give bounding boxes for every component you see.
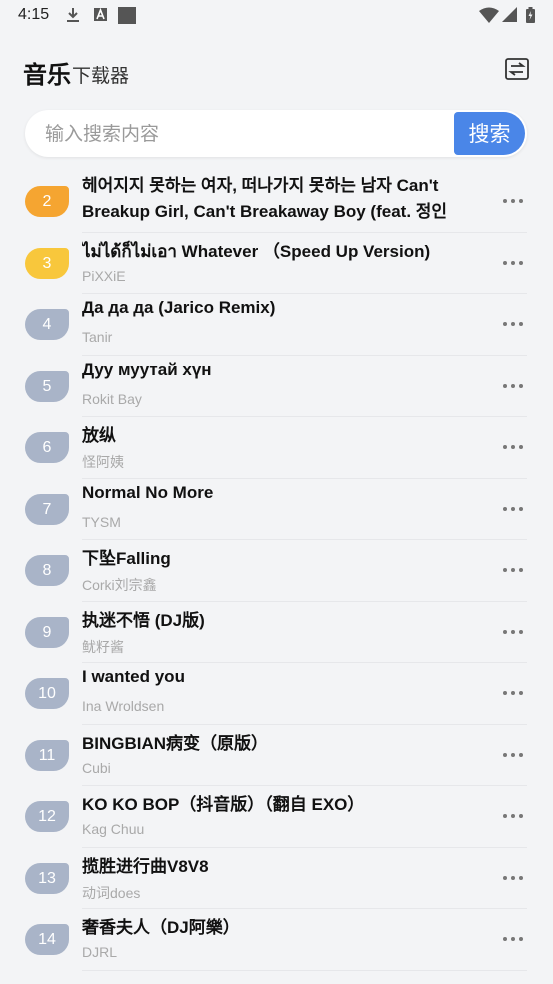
song-title: Normal No More: [82, 482, 214, 502]
song-row[interactable]: 14 奢香夫人（DJ阿樂） DJRL: [0, 909, 553, 971]
battery-icon: [526, 7, 535, 23]
song-row[interactable]: 6 放纵 怪阿姨: [0, 417, 553, 479]
rank-badge: 14: [25, 924, 69, 955]
rank-badge: 11: [25, 739, 69, 771]
rank-badge: 4: [25, 309, 69, 340]
song-artist: Cubi: [82, 759, 111, 776]
song-artist: 怪阿姨: [82, 454, 124, 470]
search-input[interactable]: [43, 110, 447, 159]
more-dots-icon[interactable]: [502, 931, 524, 947]
rank-badge: 9: [25, 616, 69, 648]
more-dots-icon[interactable]: [502, 624, 524, 640]
song-title: I wanted you: [82, 667, 185, 686]
download-icon: [67, 8, 79, 22]
more-dots-icon[interactable]: [502, 316, 524, 332]
song-artist: Rokit Bay: [82, 390, 142, 407]
more-dots-icon[interactable]: [502, 501, 524, 517]
rank-badge: 8: [25, 555, 69, 586]
song-title: Да да да (Jarico Remix): [82, 298, 276, 317]
song-title: BINGBIAN病变（原版）: [82, 733, 269, 753]
song-row[interactable]: 2 헤어지지 못하는 여자, 떠나가지 못하는 남자 Can't Breakup…: [0, 171, 553, 233]
wifi-icon: [479, 7, 499, 23]
song-row[interactable]: 11 BINGBIAN病变（原版） Cubi: [0, 725, 553, 787]
song-title: Дуу муутай хүн: [82, 359, 212, 379]
song-title: 放纵: [82, 426, 116, 445]
app-title: 音乐: [23, 62, 71, 89]
search-button[interactable]: 搜索: [454, 112, 525, 155]
status-time: 4:15: [18, 6, 50, 23]
square-icon: [118, 7, 136, 24]
song-artist: 鱿籽酱: [82, 638, 124, 655]
song-title: ไม่ได้ก็ไม่เอา Whatever （Speed Up Versio…: [82, 241, 431, 261]
rank-badge: 10: [25, 678, 69, 709]
song-artist: DJRL: [82, 944, 118, 960]
song-title: KO KO BOP（抖音版）（翻自 EXO）: [82, 795, 365, 814]
song-title: 奢香夫人（DJ阿樂）: [82, 918, 240, 937]
more-dots-icon[interactable]: [502, 685, 524, 701]
song-artist: PiXXiE: [82, 267, 126, 284]
app-header: 音乐 下载器: [0, 48, 553, 92]
signal-icon: [502, 7, 517, 22]
song-row[interactable]: 4 Да да да (Jarico Remix) Tanir: [0, 294, 553, 356]
status-bar: 4:15: [0, 0, 553, 30]
song-title: 揽胜进行曲V8V8: [82, 856, 209, 876]
more-dots-icon[interactable]: [502, 193, 524, 209]
song-row[interactable]: 12 KO KO BOP（抖音版）（翻自 EXO） Kag Chuu: [0, 786, 553, 848]
rank-badge: 5: [25, 370, 69, 402]
rank-badge: 2: [25, 186, 69, 217]
more-dots-icon[interactable]: [502, 870, 524, 886]
song-row[interactable]: 3 ไม่ได้ก็ไม่เอา Whatever （Speed Up Vers…: [0, 233, 553, 295]
more-dots-icon[interactable]: [502, 747, 524, 763]
song-artist: Tanir: [82, 329, 113, 345]
swap-icon[interactable]: [505, 58, 529, 80]
app-subtitle: 下载器: [72, 66, 130, 87]
song-row[interactable]: 9 执迷不悟 (DJ版) 鱿籽酱: [0, 602, 553, 664]
more-dots-icon[interactable]: [502, 378, 524, 394]
song-row[interactable]: 8 下坠Falling Corki刘宗鑫: [0, 540, 553, 602]
song-title: 执迷不悟 (DJ版): [82, 610, 205, 630]
more-dots-icon[interactable]: [502, 808, 524, 824]
song-list: 2 헤어지지 못하는 여자, 떠나가지 못하는 남자 Can't Breakup…: [0, 171, 553, 971]
rank-badge: 13: [25, 862, 69, 894]
more-dots-icon[interactable]: [502, 562, 524, 578]
more-dots-icon[interactable]: [502, 255, 524, 271]
rank-badge: 3: [25, 247, 69, 279]
song-title: 헤어지지 못하는 여자, 떠나가지 못하는 남자 Can't Breakup G…: [82, 176, 448, 221]
rank-badge: 6: [25, 432, 69, 463]
song-row[interactable]: 13 揽胜进行曲V8V8 动词does: [0, 848, 553, 910]
rank-badge: 12: [25, 801, 69, 832]
song-artist: Corki刘宗鑫: [82, 577, 157, 593]
song-row[interactable]: 7 Normal No More TYSM: [0, 479, 553, 541]
song-artist: Ina Wroldsen: [82, 698, 165, 714]
font-icon: [94, 7, 107, 21]
more-dots-icon[interactable]: [502, 439, 524, 455]
song-artist: 动词does: [82, 884, 141, 901]
search-bar: 搜索: [25, 110, 527, 159]
song-artist: TYSM: [82, 513, 121, 530]
song-row[interactable]: 10 I wanted you Ina Wroldsen: [0, 663, 553, 725]
rank-badge: 7: [25, 493, 69, 525]
song-artist: Kag Chuu: [82, 821, 145, 837]
song-row[interactable]: 5 Дуу муутай хүн Rokit Bay: [0, 356, 553, 418]
song-title: 下坠Falling: [82, 549, 171, 568]
